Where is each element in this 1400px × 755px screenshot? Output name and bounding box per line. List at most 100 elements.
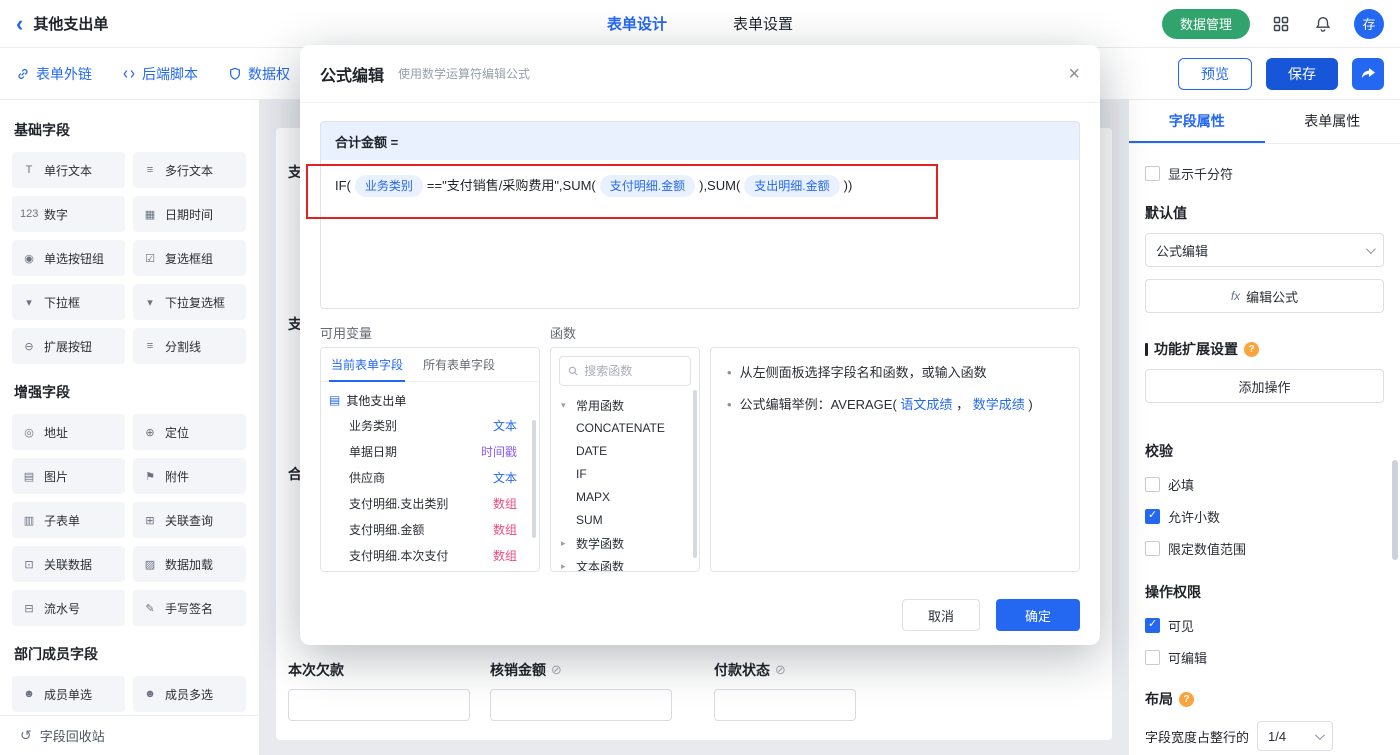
confirm-button[interactable]: 确定 bbox=[996, 599, 1080, 631]
backend-script-link[interactable]: 后端脚本 bbox=[122, 64, 198, 84]
variable-field-row[interactable]: 支付明细.本次支付 数组 bbox=[329, 542, 531, 568]
palette-item[interactable]: ▾ 下拉框 bbox=[12, 284, 125, 320]
variables-tab[interactable]: 当前表单字段 bbox=[321, 348, 413, 382]
palette-item[interactable]: ▤ 图片 bbox=[12, 458, 125, 494]
checkbox[interactable] bbox=[1145, 477, 1160, 492]
variable-field-row[interactable]: 支付明细.支出类别 数组 bbox=[329, 490, 531, 516]
form-external-link[interactable]: 表单外链 bbox=[16, 64, 92, 84]
palette-item[interactable]: ⊟ 流水号 bbox=[12, 590, 125, 626]
formula-input[interactable]: IF(业务类别 =="支付销售/采购费用",SUM(支付明细.金额),SUM( 支出… bbox=[321, 160, 1079, 212]
field-input[interactable] bbox=[714, 689, 856, 721]
palette-item[interactable]: ⊕ 定位 bbox=[133, 414, 246, 450]
function-item[interactable]: DATE bbox=[561, 440, 689, 463]
checkbox[interactable] bbox=[1145, 508, 1160, 524]
formula-part[interactable]: )) bbox=[844, 178, 853, 193]
palette-item[interactable]: ▥ 子表单 bbox=[12, 502, 125, 538]
field-input[interactable] bbox=[288, 689, 470, 721]
variable-field-row[interactable]: 供应商 文本 bbox=[329, 464, 531, 490]
formula-part[interactable]: ),SUM( bbox=[699, 178, 740, 193]
palette-item[interactable]: ▨ 数据加载 bbox=[133, 546, 246, 582]
avatar[interactable]: 存 bbox=[1354, 8, 1384, 39]
add-action-button[interactable]: 添加操作 bbox=[1145, 369, 1384, 403]
topbar-tab[interactable]: 表单设计 bbox=[607, 13, 667, 34]
field-width-select[interactable]: 1/4 bbox=[1257, 721, 1334, 751]
field-input[interactable] bbox=[490, 689, 672, 721]
scrollbar-thumb[interactable] bbox=[532, 420, 536, 538]
palette-item[interactable]: ⊞ 关联查询 bbox=[133, 502, 246, 538]
palette-item[interactable]: ▾ 下拉复选框 bbox=[133, 284, 246, 320]
function-item[interactable]: IF bbox=[561, 463, 689, 486]
function-item[interactable]: SUM bbox=[561, 509, 689, 532]
checkbox[interactable] bbox=[1145, 541, 1160, 556]
field-type-icon: ⊕ bbox=[145, 426, 155, 439]
palette-item[interactable]: ⚑ 附件 bbox=[133, 458, 246, 494]
field-recycle-bin[interactable]: ↺ 字段回收站 bbox=[0, 715, 259, 755]
save-button[interactable]: 保存 bbox=[1266, 57, 1338, 90]
formula-part[interactable]: =="支付销售/采购费用",SUM( bbox=[427, 178, 596, 193]
checkbox[interactable] bbox=[1145, 617, 1160, 633]
checkbox-row[interactable]: 限定数值范围 bbox=[1145, 539, 1384, 558]
checkbox-row[interactable]: 必填 bbox=[1145, 475, 1384, 494]
palette-item[interactable]: ≡ 多行文本 bbox=[133, 152, 246, 188]
function-group-text[interactable]: ▸ 文本函数 bbox=[561, 555, 689, 571]
checkbox-row[interactable]: 可见 bbox=[1145, 616, 1384, 635]
palette-item[interactable]: ▦ 日期时间 bbox=[133, 196, 246, 232]
properties-tab[interactable]: 表单属性 bbox=[1265, 100, 1400, 143]
field-type-icon: ≡ bbox=[146, 340, 154, 352]
palette-item[interactable]: ◉ 单选按钮组 bbox=[12, 240, 125, 276]
topbar-actions: 数据管理 存 bbox=[1161, 8, 1384, 39]
link-icon bbox=[18, 68, 28, 79]
topbar-tab[interactable]: 表单设置 bbox=[733, 13, 793, 34]
function-item[interactable]: MAPX bbox=[561, 486, 689, 509]
palette-item[interactable]: ≡ 分割线 bbox=[133, 328, 246, 364]
palette-item[interactable]: ☻ 成员多选 bbox=[133, 676, 246, 712]
thousand-separator-row[interactable]: 显示千分符 bbox=[1145, 164, 1384, 183]
checkbox-row[interactable]: 可编辑 bbox=[1145, 648, 1384, 667]
function-group-math[interactable]: ▸ 数学函数 bbox=[561, 532, 689, 555]
edit-formula-button[interactable]: fx 编辑公式 bbox=[1145, 279, 1384, 313]
data-manage-button[interactable]: 数据管理 bbox=[1161, 8, 1250, 39]
function-group-common[interactable]: ▾ 常用函数 bbox=[561, 394, 689, 417]
function-search-input[interactable] bbox=[584, 364, 682, 378]
back-icon[interactable]: ‹ bbox=[16, 12, 23, 35]
checkbox-row[interactable]: 允许小数 bbox=[1145, 507, 1384, 526]
scrollbar-thumb[interactable] bbox=[693, 390, 697, 558]
bell-icon[interactable] bbox=[1312, 13, 1334, 35]
checkbox[interactable] bbox=[1145, 650, 1160, 665]
palette-item[interactable]: ☻ 成员单选 bbox=[12, 676, 125, 712]
modal-header: 公式编辑 使用数学运算符编辑公式 × bbox=[300, 45, 1100, 103]
formula-part[interactable]: IF( bbox=[335, 178, 351, 193]
palette-item[interactable]: ⊖ 扩展按钮 bbox=[12, 328, 125, 364]
function-item[interactable]: CONCATENATE bbox=[561, 417, 689, 440]
scrollbar-thumb[interactable] bbox=[1392, 460, 1398, 560]
palette-item[interactable]: ✎ 手写签名 bbox=[133, 590, 246, 626]
variable-field-row[interactable]: 单据日期 时间戳 bbox=[329, 438, 531, 464]
cancel-button[interactable]: 取消 bbox=[902, 599, 980, 631]
properties-tab[interactable]: 字段属性 bbox=[1129, 100, 1265, 143]
variable-name: 支付明细.本次支付 bbox=[349, 548, 449, 563]
palette-item[interactable]: T 单行文本 bbox=[12, 152, 125, 188]
palette-item[interactable]: 123 数字 bbox=[12, 196, 125, 232]
formula-part[interactable]: 业务类别 bbox=[354, 175, 423, 197]
variable-field-row[interactable]: 支付明细.金额 数组 bbox=[329, 516, 531, 542]
checkbox[interactable] bbox=[1145, 166, 1160, 181]
variable-field-row[interactable]: 业务类别 文本 bbox=[329, 412, 531, 438]
tree-root-form[interactable]: ▤ 其他支出单 bbox=[329, 388, 531, 412]
variables-tab[interactable]: 所有表单字段 bbox=[413, 348, 505, 381]
function-search[interactable] bbox=[559, 356, 691, 386]
help-icon[interactable]: ? bbox=[1179, 691, 1194, 707]
functions-panel: ▾ 常用函数 CONCATENATEDATEIFMAPXSUM ▸ 数学函数 ▸ bbox=[550, 347, 700, 572]
field-type-icon: ☑ bbox=[145, 252, 155, 265]
close-icon[interactable]: × bbox=[1068, 64, 1080, 84]
preview-button[interactable]: 预览 bbox=[1178, 57, 1252, 90]
formula-part[interactable]: 支付明细.金额 bbox=[599, 175, 696, 197]
palette-item[interactable]: ⊡ 关联数据 bbox=[12, 546, 125, 582]
help-icon[interactable]: ? bbox=[1244, 341, 1259, 357]
formula-part[interactable]: 支出明细.金额 bbox=[744, 175, 840, 197]
palette-item[interactable]: ☑ 复选框组 bbox=[133, 240, 246, 276]
share-button[interactable] bbox=[1352, 57, 1384, 90]
palette-item[interactable]: ◎ 地址 bbox=[12, 414, 125, 450]
default-value-select[interactable]: 公式编辑 bbox=[1145, 233, 1384, 267]
apps-icon[interactable] bbox=[1270, 13, 1292, 35]
data-permission-link[interactable]: 数据权 bbox=[228, 64, 290, 84]
